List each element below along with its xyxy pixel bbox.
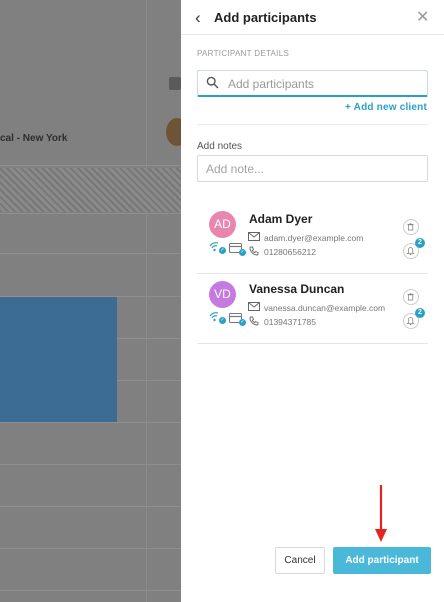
calendar-event[interactable] xyxy=(0,297,117,422)
search-icon xyxy=(206,76,219,89)
delete-participant-button[interactable] xyxy=(403,219,419,235)
status-badge: ✓ xyxy=(239,249,246,256)
email-icon xyxy=(248,232,260,241)
unavailable-block xyxy=(0,168,181,212)
notes-label: Add notes xyxy=(197,141,243,152)
grid-line xyxy=(0,422,181,423)
grid-line xyxy=(146,0,147,602)
section-label: PARTICIPANT DETAILS xyxy=(197,49,290,58)
divider xyxy=(181,34,444,35)
notes-field[interactable] xyxy=(197,155,428,182)
background-calendar: cal - New York xyxy=(0,0,181,602)
divider xyxy=(197,124,428,125)
grid-line xyxy=(0,590,181,591)
chat-icon xyxy=(169,77,181,90)
delete-participant-button[interactable] xyxy=(403,289,419,305)
phone-icon xyxy=(249,316,259,326)
participant-email: adam.dyer@example.com xyxy=(264,233,364,243)
phone-icon xyxy=(249,246,259,256)
close-icon[interactable]: ✕ xyxy=(416,9,429,27)
participant-phone: 01280656212 xyxy=(264,247,317,257)
notification-count-badge: 2 xyxy=(415,238,425,248)
participant-email: vanessa.duncan@example.com xyxy=(264,303,386,313)
annotation-arrow-icon xyxy=(375,485,387,542)
cancel-button[interactable]: Cancel xyxy=(275,547,325,574)
add-participant-button[interactable]: Add participant xyxy=(333,547,431,574)
grid-line xyxy=(0,253,181,254)
notification-count-badge: 2 xyxy=(415,308,425,318)
participant-search[interactable] xyxy=(197,70,428,97)
status-badge: ✓ xyxy=(239,319,246,326)
trash-icon xyxy=(407,222,414,231)
status-badge: ✓ xyxy=(219,247,226,254)
search-input[interactable] xyxy=(228,75,418,93)
avatar: VD xyxy=(209,281,236,308)
location-label: cal - New York xyxy=(0,133,68,144)
trash-icon xyxy=(407,292,414,301)
participant-name: Vanessa Duncan xyxy=(249,282,345,296)
status-badge: ✓ xyxy=(219,317,226,324)
grid-line xyxy=(0,213,181,214)
grid-line xyxy=(0,464,181,465)
notes-input[interactable] xyxy=(206,161,416,177)
back-icon[interactable]: ‹ xyxy=(195,8,201,28)
participant-phone: 01394371785 xyxy=(264,317,317,327)
participant-name: Adam Dyer xyxy=(249,212,313,226)
avatar: AD xyxy=(209,211,236,238)
avatar xyxy=(166,118,181,146)
grid-line xyxy=(0,548,181,549)
grid-line xyxy=(0,506,181,507)
add-participants-drawer: ‹ Add participants ✕ PARTICIPANT DETAILS… xyxy=(181,0,444,602)
email-icon xyxy=(248,302,260,311)
participant-row: AD Adam Dyer adam.dyer@example.com 01280… xyxy=(197,204,428,274)
grid-line xyxy=(0,165,181,166)
add-new-client-link[interactable]: + Add new client xyxy=(345,102,427,113)
drawer-title: Add participants xyxy=(214,10,317,25)
participant-row: VD Vanessa Duncan vanessa.duncan@example… xyxy=(197,274,428,344)
